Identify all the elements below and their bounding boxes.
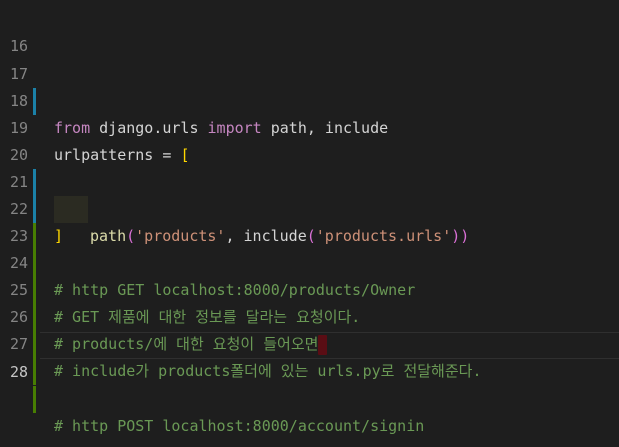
- code-line[interactable]: 23 # http GET localhost:8000/products/Ow…: [0, 196, 619, 299]
- code-editor[interactable]: 16 17 from django.urls import path, incl…: [0, 0, 619, 447]
- line-number: 28: [9, 363, 28, 381]
- code-line-current[interactable]: 28 # http POST localhost:8000/account/si…: [0, 332, 619, 435]
- code-line[interactable]: 18: [0, 61, 619, 110]
- code-line[interactable]: 16: [0, 6, 619, 55]
- code-line[interactable]: 20 path('products', include('products.ur…: [0, 115, 619, 245]
- code-line[interactable]: 21 ]: [0, 142, 619, 245]
- code-line[interactable]: 27: [0, 304, 619, 385]
- code-line[interactable]: 22: [0, 169, 619, 250]
- code-line[interactable]: 17 from django.urls import path, include: [0, 34, 619, 137]
- code-comment: # include가 products폴더에 있는 urls.py로 전달해준다…: [54, 362, 482, 380]
- code-comment: # http POST localhost:8000/account/signi…: [54, 417, 425, 435]
- code-line[interactable]: 24 # GET 제품에 대한 정보를 달라는 요청이다.: [0, 223, 619, 326]
- code-line[interactable]: 26 # include가 products폴더에 있는 urls.py로 전달…: [0, 277, 619, 380]
- gutter-added-marker[interactable]: [33, 386, 36, 413]
- code-line[interactable]: 25 # products/에 대한 요청이 들어오면: [0, 250, 619, 355]
- code-line[interactable]: 19 urlpatterns = [: [0, 88, 619, 164]
